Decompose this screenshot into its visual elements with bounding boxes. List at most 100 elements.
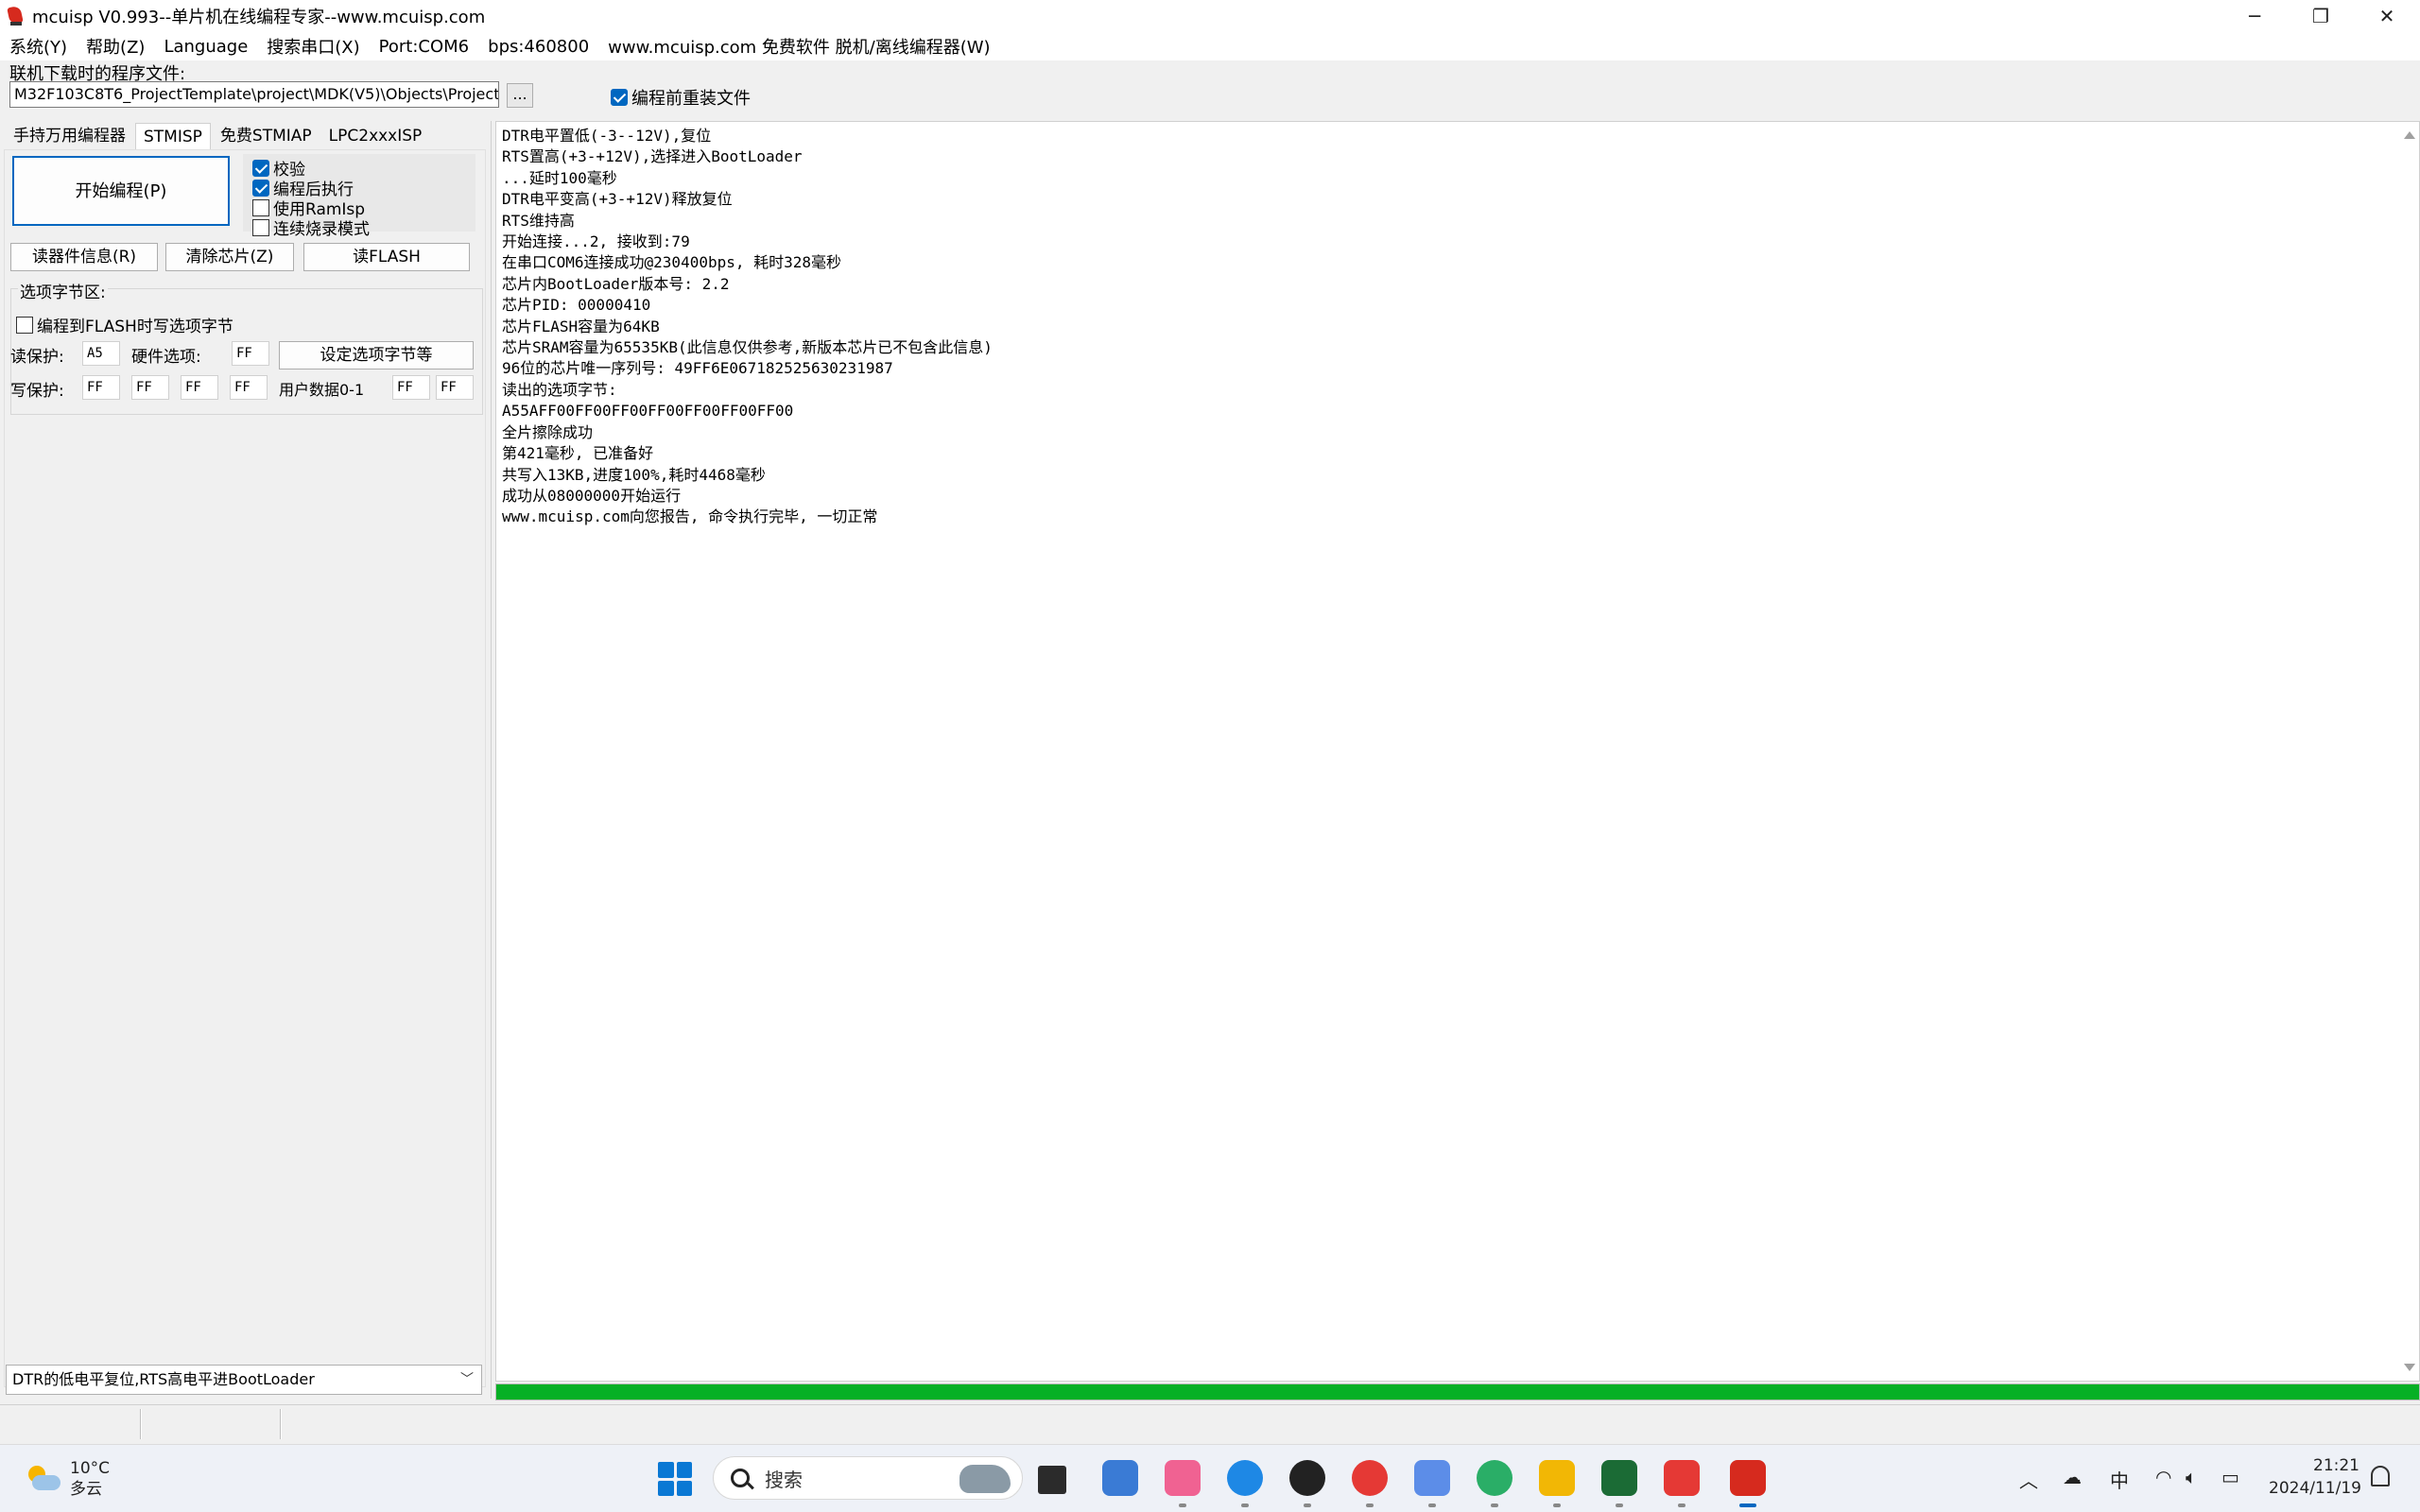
edge-browser-icon[interactable] (1227, 1460, 1263, 1507)
log-line: 芯片FLASH容量为64KB (502, 317, 660, 335)
log-line: 芯片SRAM容量为65535KB(此信息仅供参考,新版本芯片已不包含此信息) (502, 338, 993, 357)
taskbar-clock[interactable]: 21:21 2024/11/19 (2269, 1454, 2361, 1500)
battery-icon[interactable]: ▭ (2221, 1466, 2239, 1488)
log-output-area[interactable]: DTR电平置低(-3--12V),复位 RTS置高(+3-+12V),选择进入Bo… (495, 121, 2420, 1382)
notification-bell-icon[interactable] (2371, 1466, 2390, 1486)
settings-tool-icon[interactable] (1102, 1460, 1138, 1496)
log-line: DTR电平变高(+3-+12V)释放复位 (502, 190, 733, 209)
tab-bar: 手持万用编程器 STMISP 免费STMIAP LPC2xxxISP (6, 123, 431, 149)
tray-overflow-chevron-icon[interactable]: ︿ (2019, 1466, 2038, 1493)
menu-website[interactable]: www.mcuisp.com 免费软件 脱机/离线编程器(W) (608, 34, 990, 59)
menu-bar: 系统(Y) 帮助(Z) Language 搜索串口(X) Port:COM6 b… (0, 32, 2420, 60)
read-protect-input[interactable]: A5 (82, 341, 120, 366)
set-option-bytes-button[interactable]: 设定选项字节等 (279, 341, 474, 369)
write-protect-label: 写保护: (10, 382, 64, 401)
checkbox-checked-icon (611, 89, 628, 106)
reset-mode-value: DTR的低电平复位,RTS高电平进BootLoader (12, 1370, 315, 1388)
continuous-burn-label: 连续烧录模式 (273, 220, 370, 239)
checkbox-unchecked-icon (252, 218, 269, 236)
erase-chip-button[interactable]: 清除芯片(Z) (165, 243, 294, 271)
log-line: RTS维持高 (502, 211, 575, 230)
ime-indicator[interactable]: 中 (2110, 1466, 2129, 1493)
hardware-option-label: 硬件选项: (131, 348, 201, 367)
wps-office-icon[interactable] (1664, 1460, 1700, 1507)
weather-widget[interactable]: 10°C 多云 (25, 1458, 110, 1500)
tab-lpc2xxxisp[interactable]: LPC2xxxISP (321, 123, 430, 149)
status-bar (0, 1404, 2420, 1444)
write-protect-input-3[interactable]: FF (230, 375, 268, 400)
bilibili-icon[interactable] (1165, 1460, 1201, 1507)
window-controls: ─ ❐ ✕ (2221, 0, 2420, 32)
browse-file-button[interactable]: ... (507, 83, 533, 108)
search-icon (731, 1469, 750, 1487)
log-line: A55AFF00FF00FF00FF00FF00FF00FF00 (502, 402, 794, 421)
minimize-button[interactable]: ─ (2221, 0, 2288, 32)
log-line: www.mcuisp.com向您报告, 命令执行完毕, 一切正常 (502, 507, 878, 526)
log-scrollbar[interactable] (2400, 122, 2419, 1381)
log-line: 成功从08000000开始运行 (502, 486, 682, 505)
write-option-bytes-checkbox[interactable]: 编程到FLASH时写选项字节 (16, 313, 233, 336)
menu-bps[interactable]: bps:460800 (488, 37, 589, 57)
program-file-path-input[interactable]: M32F103C8T6_ProjectTemplate\project\MDK(… (9, 81, 499, 108)
mcuisp-taskbar-icon[interactable] (1730, 1460, 1766, 1507)
read-flash-button[interactable]: 读FLASH (303, 243, 470, 271)
log-line: 读出的选项字节: (502, 380, 617, 399)
log-line: 芯片内BootLoader版本号: 2.2 (502, 274, 730, 293)
reset-mode-select[interactable]: DTR的低电平复位,RTS高电平进BootLoader ﹀ (6, 1365, 482, 1395)
log-lines: DTR电平置低(-3--12V),复位 RTS置高(+3-+12V),选择进入Bo… (502, 126, 993, 528)
progress-bar (495, 1383, 2420, 1400)
write-protect-input-2[interactable]: FF (181, 375, 218, 400)
task-view-icon[interactable] (1038, 1466, 1066, 1494)
read-device-info-button[interactable]: 读器件信息(R) (10, 243, 158, 271)
onedrive-icon[interactable]: ☁ (2063, 1466, 2082, 1488)
status-separator (140, 1409, 142, 1439)
search-highlight-image (959, 1465, 1011, 1493)
hardware-option-input[interactable]: FF (232, 341, 269, 366)
mcuisp-app-icon (6, 5, 26, 27)
wifi-icon[interactable]: ◠ (2155, 1466, 2171, 1488)
wechat-icon[interactable] (1477, 1460, 1512, 1507)
qq-icon[interactable] (1289, 1460, 1325, 1507)
menu-language[interactable]: Language (164, 37, 248, 57)
reload-before-program-checkbox[interactable]: 编程前重装文件 (611, 85, 751, 110)
windows-taskbar: 10°C 多云 搜索 ︿ ☁ 中 ◠ 🔈︎ ▭ 21:21 2024/11/19 (0, 1444, 2420, 1512)
window-title: mcuisp V0.993--单片机在线编程专家--www.mcuisp.com (32, 8, 486, 27)
log-line: 共写入13KB,进度100%,耗时4468毫秒 (502, 465, 766, 484)
tab-stmisp[interactable]: STMISP (135, 123, 211, 149)
write-protect-input-0[interactable]: FF (82, 375, 120, 400)
menu-help[interactable]: 帮助(Z) (86, 34, 145, 59)
clock-date: 2024/11/19 (2269, 1479, 2361, 1498)
tab-stmiap[interactable]: 免费STMIAP (213, 123, 320, 149)
write-option-bytes-label: 编程到FLASH时写选项字节 (37, 318, 233, 336)
write-protect-input-1[interactable]: FF (131, 375, 169, 400)
keil-mdk-icon[interactable] (1601, 1460, 1637, 1507)
read-protect-label: 读保护: (10, 348, 64, 367)
volume-icon[interactable]: 🔈︎ (2186, 1466, 2197, 1488)
continuous-burn-checkbox[interactable]: 连续烧录模式 (252, 215, 370, 239)
restore-button[interactable]: ❐ (2288, 0, 2354, 32)
menu-search-port[interactable]: 搜索串口(X) (267, 34, 359, 59)
scroll-up-arrow-icon[interactable] (2404, 131, 2415, 139)
close-button[interactable]: ✕ (2354, 0, 2420, 32)
netease-music-icon[interactable] (1352, 1460, 1388, 1507)
scroll-down-arrow-icon[interactable] (2404, 1364, 2415, 1371)
menu-system[interactable]: 系统(Y) (9, 34, 67, 59)
checkbox-unchecked-icon (252, 198, 269, 216)
cloud-app-icon[interactable] (1414, 1460, 1450, 1507)
file-explorer-icon[interactable] (1539, 1460, 1575, 1507)
log-line: 96位的芯片唯一序列号: 49FF6E067182525630231987 (502, 359, 893, 378)
option-bytes-section-label: 选项字节区: (18, 279, 108, 302)
log-line: 在串口COM6连接成功@230400bps, 耗时328毫秒 (502, 253, 842, 272)
windows-start-icon[interactable] (658, 1462, 692, 1496)
log-line: 芯片PID: 00000410 (502, 296, 651, 315)
stmisp-tab-content: 开始编程(P) 校验 编程后执行 使用RamIsp 连续烧录模式 读器件信息(R… (4, 149, 486, 1387)
user-data-input-1[interactable]: FF (436, 375, 474, 400)
menu-port[interactable]: Port:COM6 (379, 37, 469, 57)
log-line: RTS置高(+3-+12V),选择进入BootLoader (502, 147, 803, 166)
tab-handheld-programmer[interactable]: 手持万用编程器 (6, 123, 133, 149)
taskbar-search[interactable]: 搜索 (713, 1456, 1023, 1500)
program-options-group: 校验 编程后执行 使用RamIsp 连续烧录模式 (243, 154, 475, 239)
title-bar: mcuisp V0.993--单片机在线编程专家--www.mcuisp.com… (0, 0, 2420, 32)
start-programming-button[interactable]: 开始编程(P) (12, 156, 230, 226)
user-data-input-0[interactable]: FF (392, 375, 430, 400)
